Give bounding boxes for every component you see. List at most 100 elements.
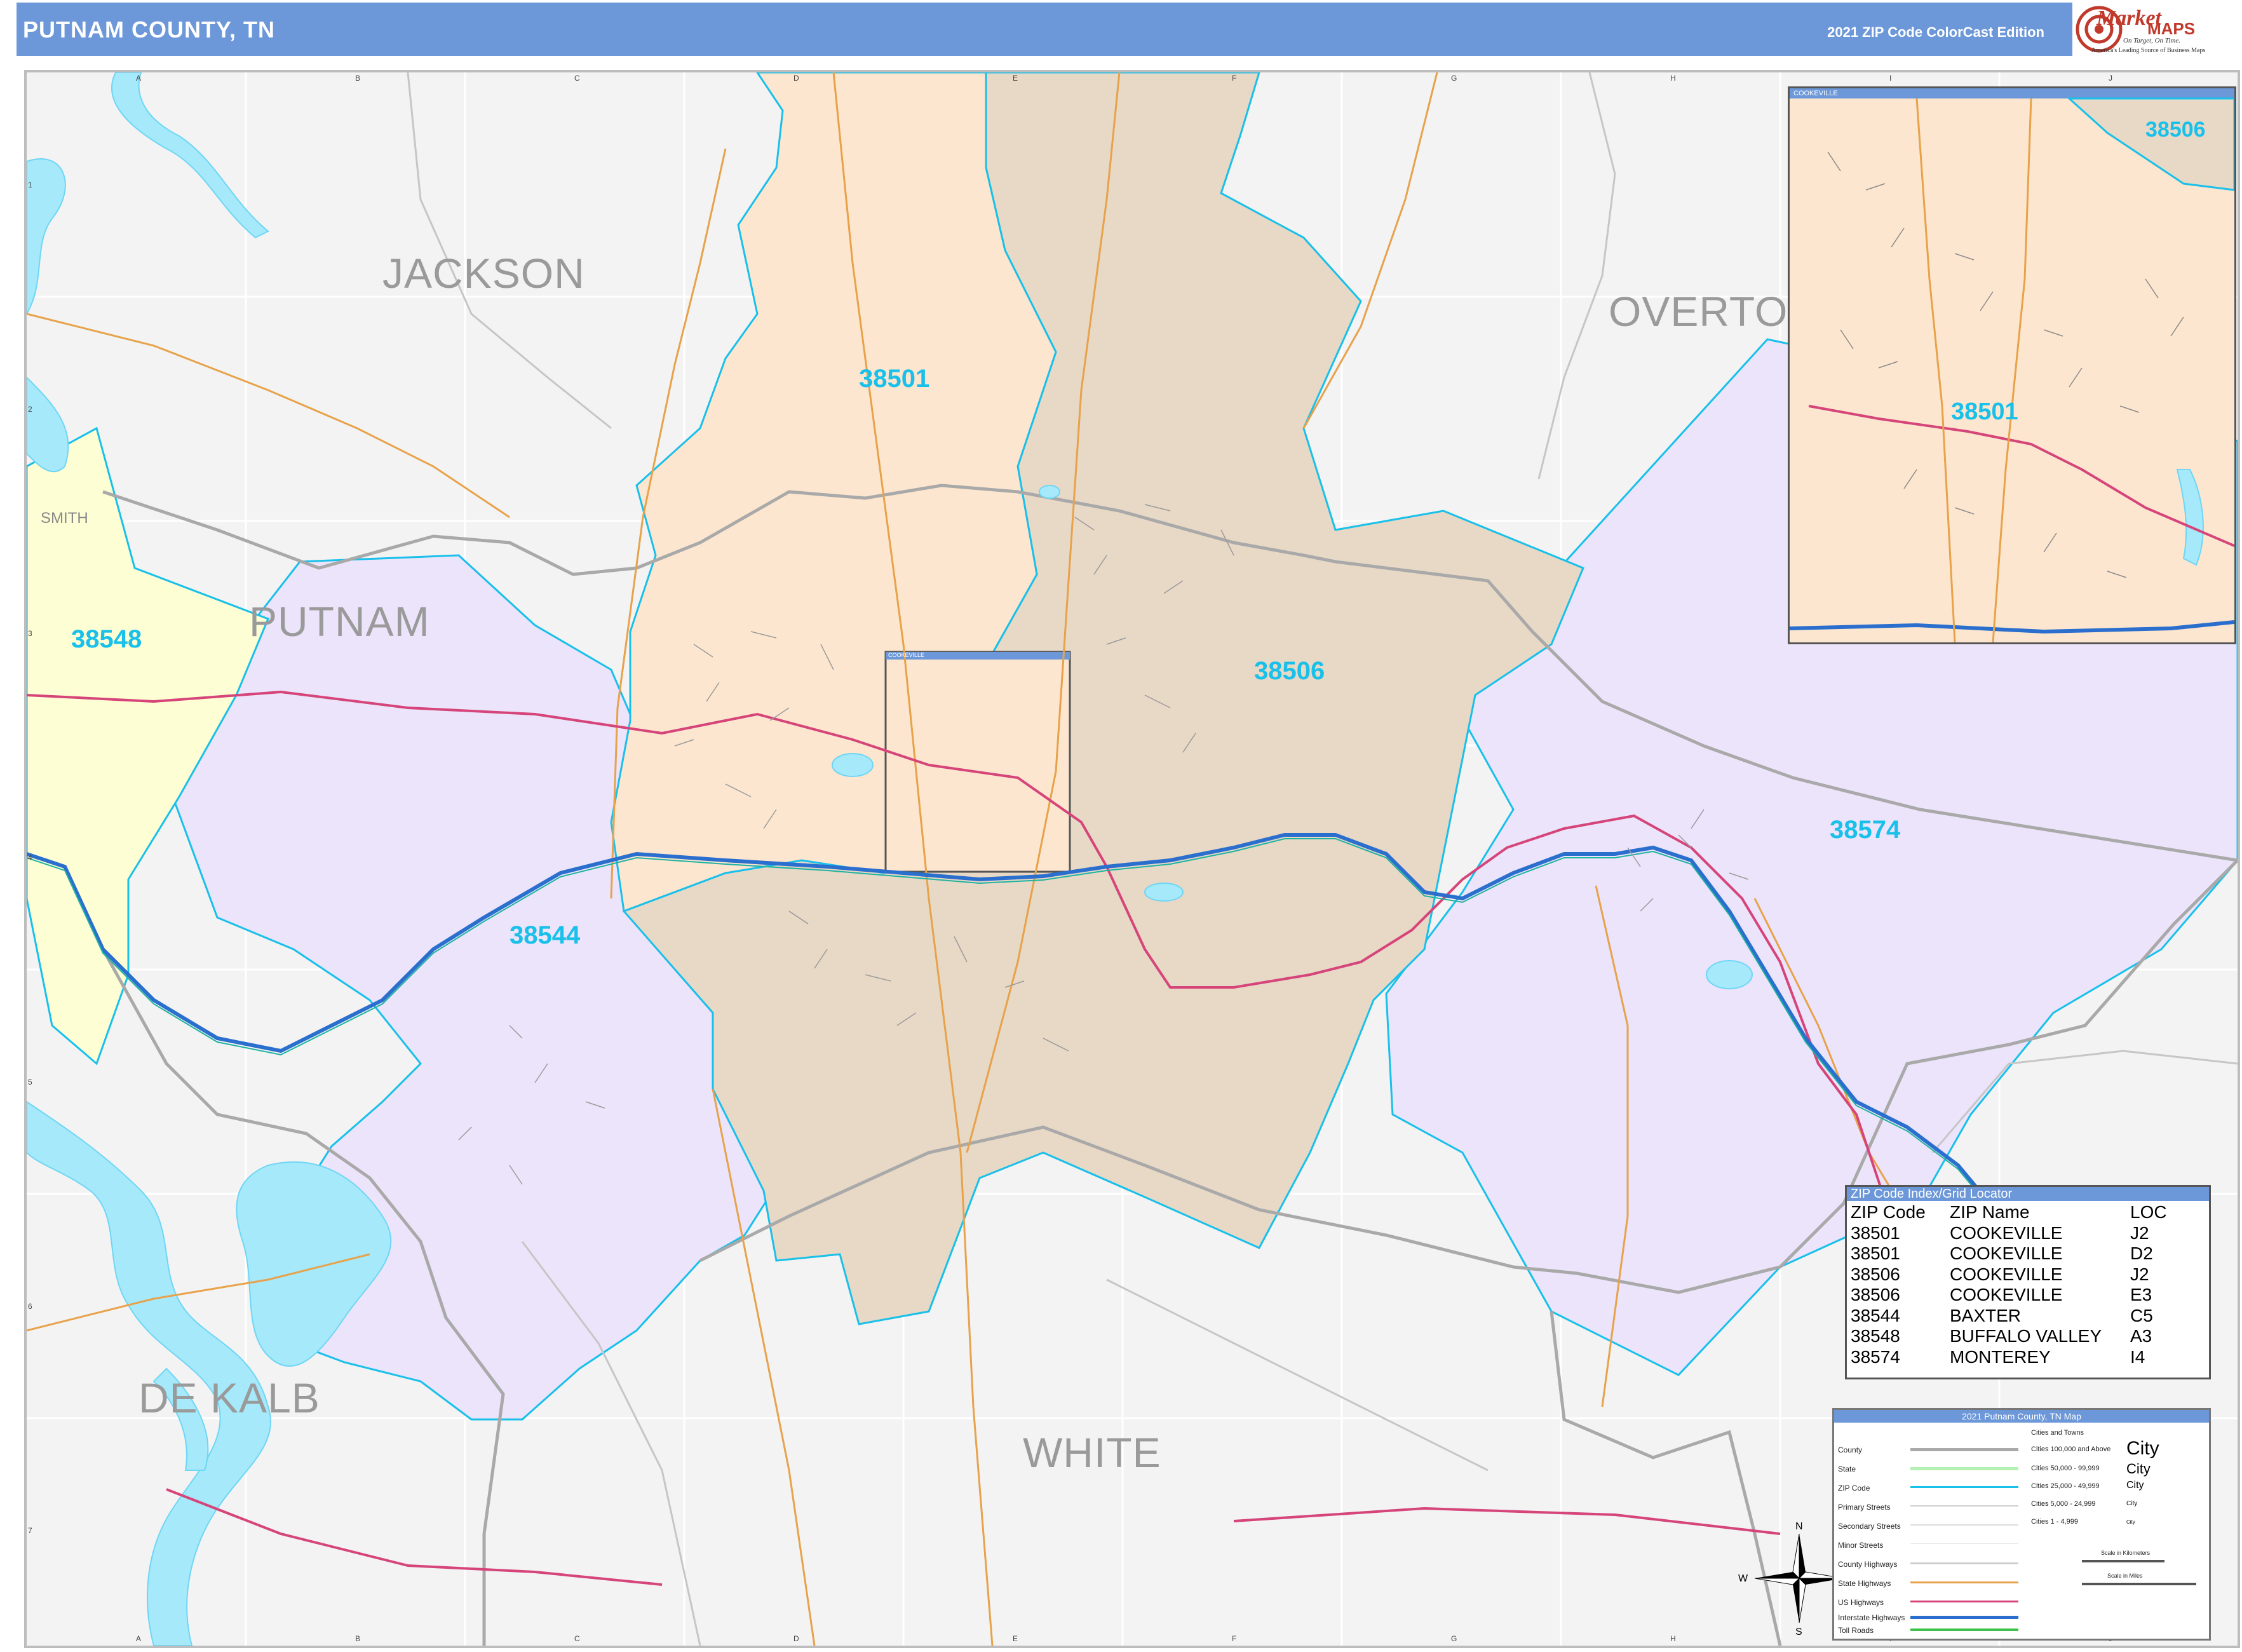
legend-item-interstate: Interstate Highways bbox=[1838, 1613, 1905, 1622]
zip-cell: 38574 bbox=[1851, 1346, 1900, 1367]
legend-scale-km: Scale in Kilometers bbox=[2101, 1550, 2151, 1556]
table-row: 38544 BAXTER C5 bbox=[1851, 1306, 2167, 1327]
legend-item-secondary-streets: Secondary Streets bbox=[1838, 1522, 1901, 1531]
grid-column-label: C bbox=[574, 74, 580, 83]
compass-s: S bbox=[1795, 1627, 1802, 1637]
legend-item-toll-roads: Toll Roads bbox=[1838, 1626, 1874, 1635]
legend-city-size-1: Cities 100,000 and Above bbox=[2031, 1446, 2111, 1453]
loc-cell: J2 bbox=[2130, 1222, 2149, 1243]
legend-swatch-county-hwy bbox=[1910, 1562, 2018, 1564]
legend-scale-km-bar bbox=[2082, 1560, 2164, 1562]
legend-swatch-us-hwy bbox=[1910, 1601, 2018, 1602]
zip-cell: 38548 bbox=[1851, 1326, 1900, 1346]
compass-w: W bbox=[1738, 1573, 1748, 1584]
legend-swatch-state bbox=[1910, 1467, 2018, 1470]
zip-index-title: ZIP Code Index/Grid Locator bbox=[1847, 1187, 2209, 1201]
map-edition: 2021 ZIP Code ColorCast Edition bbox=[1827, 24, 2044, 40]
grid-row-label: 5 bbox=[28, 1078, 32, 1087]
zip-label-38544: 38544 bbox=[510, 921, 581, 949]
legend-city-sample-1: City bbox=[2126, 1438, 2159, 1459]
table-row: 38501 COOKEVILLE J2 bbox=[1851, 1223, 2167, 1244]
zip-cell: 38506 bbox=[1851, 1285, 1900, 1304]
legend-item-state: State bbox=[1838, 1465, 1856, 1473]
county-label-white: WHITE bbox=[1023, 1429, 1161, 1476]
legend-scale-mi: Scale in Miles bbox=[2107, 1573, 2143, 1579]
zip-name-cell: COOKEVILLE bbox=[1950, 1243, 2063, 1263]
grid-column-label: D bbox=[793, 1634, 799, 1643]
grid-column-label: D bbox=[793, 74, 799, 83]
zip-index-header-zip: ZIP Code bbox=[1851, 1202, 1926, 1222]
legend-city-size-5: Cities 1 - 4,999 bbox=[2031, 1518, 2078, 1526]
legend-item-us-highways: US Highways bbox=[1838, 1598, 1884, 1607]
grid-column-label: H bbox=[1670, 74, 1676, 83]
cookeville-locator-title: COOKEVILLE bbox=[888, 652, 925, 658]
grid-column-label: F bbox=[1232, 74, 1237, 83]
grid-column-label: B bbox=[355, 74, 361, 83]
zip-cell: 38501 bbox=[1851, 1243, 1900, 1263]
zip-cell: 38506 bbox=[1851, 1264, 1900, 1284]
zip-index-header-name: ZIP Name bbox=[1950, 1202, 2030, 1222]
zip-label-38506: 38506 bbox=[1254, 657, 1325, 685]
logo-subline: America's Leading Source of Business Map… bbox=[2091, 47, 2206, 54]
zip-name-cell: COOKEVILLE bbox=[1950, 1285, 2063, 1304]
grid-column-label: G bbox=[1451, 1634, 1457, 1643]
inset-zip-38501: 38501 bbox=[1951, 398, 2018, 425]
grid-column-label: E bbox=[1013, 74, 1018, 83]
logo-maps-text: MAPS bbox=[2147, 19, 2196, 38]
loc-cell: E3 bbox=[2130, 1285, 2152, 1304]
grid-column-label: J bbox=[2109, 74, 2112, 83]
legend-swatch-zip bbox=[1910, 1486, 2018, 1488]
table-row: 38574 MONTEREY I4 bbox=[1851, 1347, 2167, 1368]
legend-item-zip: ZIP Code bbox=[1838, 1484, 1870, 1493]
map-legend: 2021 Putnam County, TN Map County State … bbox=[1832, 1408, 2211, 1641]
grid-column-label: B bbox=[355, 1634, 361, 1643]
map-title: PUTNAM COUNTY, TN bbox=[23, 17, 275, 43]
zip-index-header-loc: LOC bbox=[2130, 1202, 2167, 1222]
legend-swatch-minor bbox=[1910, 1543, 2018, 1544]
table-row: 38501 COOKEVILLE D2 bbox=[1851, 1243, 2167, 1264]
legend-city-sample-5: City bbox=[2126, 1519, 2135, 1525]
legend-cities-heading: Cities and Towns bbox=[2031, 1429, 2084, 1437]
loc-cell: C5 bbox=[2130, 1305, 2153, 1325]
zip-name-cell: MONTEREY bbox=[1950, 1346, 2051, 1367]
loc-cell: A3 bbox=[2130, 1326, 2152, 1346]
legend-swatch-interstate bbox=[1910, 1616, 2018, 1619]
legend-item-minor-streets: Minor Streets bbox=[1838, 1541, 1884, 1550]
table-row: 38506 COOKEVILLE E3 bbox=[1851, 1285, 2167, 1306]
zip-name-cell: BAXTER bbox=[1950, 1305, 2022, 1325]
legend-swatch-county bbox=[1910, 1448, 2018, 1451]
compass-n: N bbox=[1795, 1521, 1803, 1532]
legend-city-sample-4: City bbox=[2126, 1500, 2138, 1507]
legend-item-state-highways: State Highways bbox=[1838, 1579, 1891, 1588]
grid-column-label: E bbox=[1013, 1634, 1018, 1643]
grid-column-label: I bbox=[1889, 74, 1892, 83]
table-row: 38548 BUFFALO VALLEY A3 bbox=[1851, 1326, 2167, 1347]
zip-label-38501: 38501 bbox=[859, 365, 930, 393]
zip-cell: 38501 bbox=[1851, 1222, 1900, 1243]
grid-column-label: C bbox=[574, 1634, 580, 1643]
cookeville-inset: COOKEVILLE 38506 38501 bbox=[1788, 86, 2236, 644]
grid-row-label: 3 bbox=[28, 629, 32, 638]
grid-row-label: 2 bbox=[28, 405, 32, 414]
grid-row-label: 1 bbox=[28, 180, 32, 189]
grid-column-label: A bbox=[136, 74, 142, 83]
zip-cell: 38544 bbox=[1851, 1305, 1900, 1325]
legend-city-sample-3: City bbox=[2126, 1480, 2144, 1491]
zip-index-table: ZIP Code Index/Grid Locator ZIP Code ZIP… bbox=[1845, 1185, 2211, 1379]
zip-name-cell: COOKEVILLE bbox=[1950, 1222, 2063, 1243]
legend-swatch-toll bbox=[1910, 1628, 2018, 1631]
compass-rose bbox=[1754, 1533, 1844, 1623]
grid-row-label: 7 bbox=[28, 1526, 32, 1535]
grid-column-label: G bbox=[1451, 74, 1457, 83]
grid-column-label: H bbox=[1670, 1634, 1676, 1643]
grid-column-label: A bbox=[136, 1634, 142, 1643]
county-label-de-kalb: DE KALB bbox=[138, 1374, 320, 1421]
county-label-jackson: JACKSON bbox=[382, 250, 585, 297]
zip-name-cell: COOKEVILLE bbox=[1950, 1264, 2063, 1284]
legend-item-primary-streets: Primary Streets bbox=[1838, 1503, 1891, 1512]
loc-cell: D2 bbox=[2130, 1243, 2153, 1263]
legend-scale-mi-bar bbox=[2082, 1583, 2196, 1585]
county-label-overton: OVERTO bbox=[1609, 288, 1788, 335]
map-header: PUTNAM COUNTY, TN 2021 ZIP Code ColorCas… bbox=[17, 3, 2083, 56]
legend-swatch-state-hwy bbox=[1910, 1581, 2018, 1583]
